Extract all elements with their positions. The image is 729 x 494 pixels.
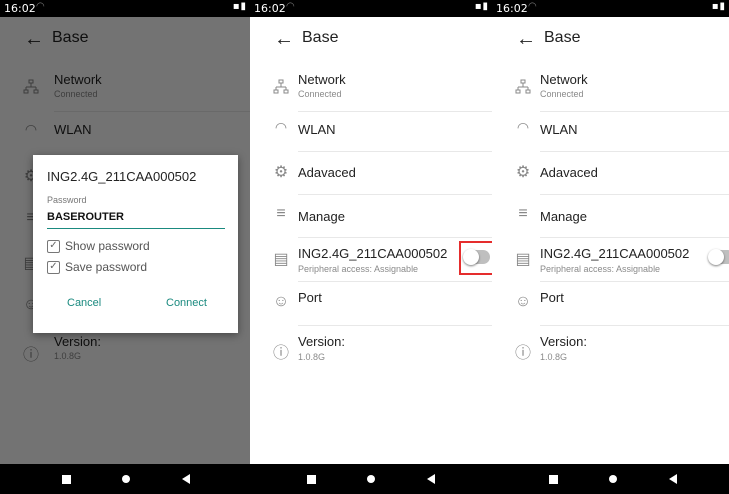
manage-label: Manage xyxy=(298,209,345,224)
peripheral-label: ING2.4G_211CAA000502 xyxy=(298,246,448,261)
peripheral-toggle[interactable] xyxy=(463,249,490,265)
connect-button[interactable]: Connect xyxy=(166,297,207,309)
advanced-label: Adavaced xyxy=(298,165,356,180)
menu-item-advanced[interactable]: ⚙ Adavaced xyxy=(250,151,492,195)
peripheral-label: ING2.4G_211CAA000502 xyxy=(540,246,690,261)
peripheral-toggle[interactable] xyxy=(708,249,729,265)
menu-icon: ≡ xyxy=(276,205,286,222)
advanced-label: Adavaced xyxy=(540,165,598,180)
network-status: Connected xyxy=(298,89,342,99)
settings-icon: ⚙ xyxy=(515,164,531,181)
port-label: Port xyxy=(298,290,322,305)
back-nav-icon[interactable] xyxy=(182,474,190,484)
password-input[interactable]: BASEROUTER xyxy=(47,211,225,229)
recent-apps-icon[interactable] xyxy=(549,475,558,484)
recent-apps-icon[interactable] xyxy=(62,475,71,484)
info-icon: ⓘ xyxy=(514,345,531,362)
status-bar: 16:02 ◠ ▪▮ xyxy=(492,0,729,17)
network-icon xyxy=(512,79,534,101)
menu-item-wlan[interactable]: ◠ WLAN xyxy=(492,108,729,152)
version-value: 1.0.8G xyxy=(298,352,326,362)
back-nav-icon[interactable] xyxy=(427,474,435,484)
status-bar: 16:02 ◠ ▪▮ xyxy=(250,0,492,17)
menu-item-port[interactable]: ☺ Port xyxy=(492,282,729,326)
toggle-knob xyxy=(708,249,724,265)
save-password-label: Save password xyxy=(65,260,148,274)
peripheral-sub: Peripheral access: Assignable xyxy=(298,264,419,274)
toggle-knob xyxy=(463,249,479,265)
port-label: Port xyxy=(540,290,564,305)
wifi-signal-icon: ◠ xyxy=(36,1,45,12)
menu-item-peripheral[interactable]: ▤ ING2.4G_211CAA000502 Peripheral access… xyxy=(250,238,492,282)
show-password-checkbox[interactable]: ✓ xyxy=(47,240,60,253)
screen-3: 16:02 ◠ ▪▮ ← Base Network Connected ◠ WL… xyxy=(492,0,729,494)
app-bar: ← Base xyxy=(492,17,729,63)
peripheral-sub: Peripheral access: Assignable xyxy=(540,264,661,274)
version-label: Version: xyxy=(540,334,587,349)
info-icon: ⓘ xyxy=(272,345,289,362)
cancel-button[interactable]: Cancel xyxy=(67,297,101,309)
home-icon[interactable] xyxy=(367,475,375,483)
wlan-label: WLAN xyxy=(540,122,578,137)
version-value: 1.0.8G xyxy=(540,352,568,362)
network-status: Connected xyxy=(540,89,584,99)
device-icon: ▤ xyxy=(515,251,531,268)
status-bar: 16:02 ◠ ▪▮ xyxy=(0,0,250,17)
wifi-signal-icon: ◠ xyxy=(286,1,295,12)
show-password-label: Show password xyxy=(65,239,150,253)
divider xyxy=(298,325,492,326)
menu-item-network[interactable]: Network Connected xyxy=(492,68,729,112)
status-time: 16:02 xyxy=(254,2,286,15)
device-icon: ▤ xyxy=(273,251,289,268)
port-icon: ☺ xyxy=(514,293,532,310)
menu-item-manage[interactable]: ≡ Manage xyxy=(492,194,729,238)
password-label: Password xyxy=(47,195,87,205)
back-nav-icon[interactable] xyxy=(669,474,677,484)
manage-label: Manage xyxy=(540,209,587,224)
wifi-icon: ◠ xyxy=(516,119,530,135)
menu-item-port[interactable]: ☺ Port xyxy=(250,282,492,326)
menu-item-wlan[interactable]: ◠ WLAN xyxy=(250,108,492,152)
menu-item-network[interactable]: Network Connected xyxy=(250,68,492,112)
wlan-label: WLAN xyxy=(298,122,336,137)
status-time: 16:02 xyxy=(4,2,36,15)
screen-1: 16:02 ◠ ▪▮ ← Base Network Connected ◠ WL… xyxy=(0,0,250,494)
network-label: Network xyxy=(298,72,346,87)
menu-item-peripheral[interactable]: ▤ ING2.4G_211CAA000502 Peripheral access… xyxy=(492,238,729,282)
wifi-password-dialog: ING2.4G_211CAA000502 Password BASEROUTER… xyxy=(33,155,238,333)
back-arrow-icon[interactable]: ← xyxy=(274,27,294,51)
dialog-title: ING2.4G_211CAA000502 xyxy=(47,169,197,184)
navigation-bar xyxy=(250,464,492,494)
back-arrow-icon[interactable]: ← xyxy=(516,27,536,51)
home-icon[interactable] xyxy=(609,475,617,483)
battery-icon: ▪▮ xyxy=(232,1,247,12)
battery-icon: ▪▮ xyxy=(474,1,489,12)
wifi-icon: ◠ xyxy=(274,119,288,135)
home-icon[interactable] xyxy=(122,475,130,483)
screen-2: 16:02 ◠ ▪▮ ← Base Network Connected ◠ WL… xyxy=(250,0,492,494)
menu-item-manage[interactable]: ≡ Manage xyxy=(250,194,492,238)
menu-item-version: ⓘ Version: 1.0.8G xyxy=(492,328,729,372)
wifi-signal-icon: ◠ xyxy=(528,1,537,12)
app-bar: ← Base xyxy=(250,17,492,63)
settings-icon: ⚙ xyxy=(273,164,289,181)
navigation-bar xyxy=(0,464,250,494)
status-time: 16:02 xyxy=(496,2,528,15)
menu-item-version: ⓘ Version: 1.0.8G xyxy=(250,328,492,372)
recent-apps-icon[interactable] xyxy=(307,475,316,484)
page-title: Base xyxy=(544,29,581,46)
divider xyxy=(540,325,729,326)
port-icon: ☺ xyxy=(272,293,290,310)
menu-icon: ≡ xyxy=(518,205,528,222)
version-label: Version: xyxy=(298,334,345,349)
menu-item-advanced[interactable]: ⚙ Adavaced xyxy=(492,151,729,195)
battery-icon: ▪▮ xyxy=(711,1,726,12)
save-password-checkbox[interactable]: ✓ xyxy=(47,261,60,274)
page-title: Base xyxy=(302,29,339,46)
network-label: Network xyxy=(540,72,588,87)
navigation-bar xyxy=(492,464,729,494)
network-icon xyxy=(270,79,292,101)
